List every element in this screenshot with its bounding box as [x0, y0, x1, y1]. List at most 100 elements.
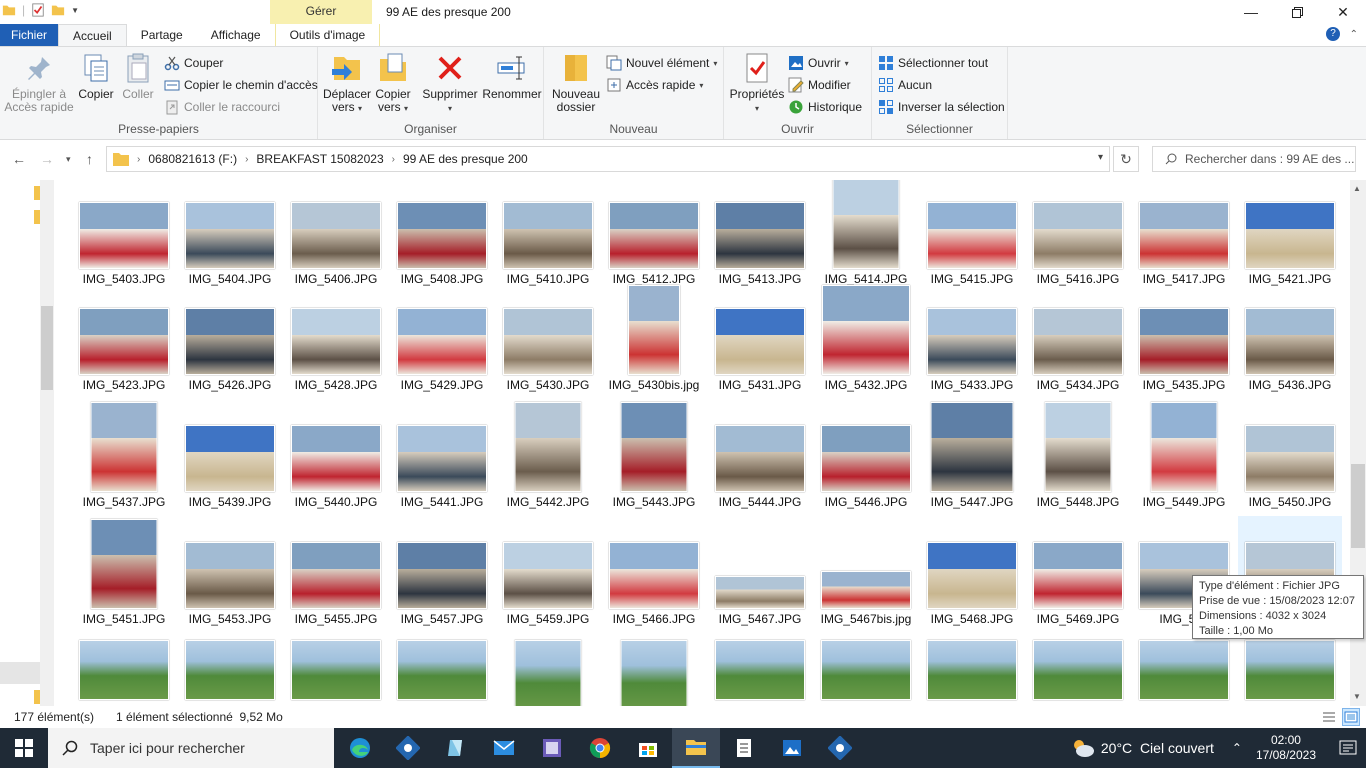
chevron-up-icon[interactable]: ⌃	[1232, 741, 1242, 755]
open-button[interactable]: Ouvrir ▾	[788, 53, 849, 73]
scrollbar-thumb[interactable]	[1351, 464, 1365, 548]
file-explorer-icon[interactable]	[672, 728, 720, 768]
folder-icon[interactable]	[34, 690, 40, 704]
new-folder-button[interactable]: Nouveau dossier	[548, 51, 604, 114]
file-item[interactable]: IMG_5449.JPG	[1132, 399, 1236, 511]
up-arrow-icon[interactable]: ↑	[86, 151, 93, 167]
paste-shortcut-button[interactable]: Coller le raccourci	[164, 97, 280, 117]
tab-accueil[interactable]: Accueil	[58, 24, 127, 46]
nav-scrollbar-thumb[interactable]	[41, 306, 53, 390]
file-item[interactable]: IMG_5436.JPG	[1238, 282, 1342, 394]
nav-selected-item[interactable]	[0, 662, 40, 684]
weather-widget[interactable]: 20°C Ciel couvert	[1071, 737, 1214, 759]
refresh-icon[interactable]: ↻	[1113, 146, 1139, 172]
forward-arrow-icon[interactable]: →	[40, 151, 54, 167]
nav-scrollbar[interactable]	[40, 180, 54, 706]
file-item[interactable]: IMG_5469.JPG	[1026, 516, 1130, 628]
recent-locations-icon[interactable]: ▾	[66, 154, 71, 165]
file-item[interactable]: IMG_5453.JPG	[178, 516, 282, 628]
file-item[interactable]: IMG_5457.JPG	[390, 516, 494, 628]
mail-icon[interactable]	[480, 728, 528, 768]
photos-icon[interactable]	[768, 728, 816, 768]
copy-to-button[interactable]: Copier vers ▾	[372, 51, 414, 115]
file-item[interactable]: IMG_5430.JPG	[496, 282, 600, 394]
back-arrow-icon[interactable]: ←	[12, 151, 26, 167]
file-item[interactable]	[1132, 632, 1236, 706]
breadcrumb-separator-icon[interactable]: ›	[137, 154, 140, 165]
select-none-button[interactable]: Aucun	[878, 75, 932, 95]
file-item[interactable]: IMG_5414.JPG	[814, 180, 918, 288]
store-icon[interactable]	[624, 728, 672, 768]
breadcrumb-separator-icon[interactable]: ›	[392, 154, 395, 165]
minimize-icon[interactable]: —	[1228, 0, 1274, 24]
file-item[interactable]: IMG_5446.JPG	[814, 399, 918, 511]
file-item[interactable]: IMG_5428.JPG	[284, 282, 388, 394]
history-button[interactable]: Historique	[788, 97, 862, 117]
file-item[interactable]: IMG_5408.JPG	[390, 180, 494, 288]
scroll-up-icon[interactable]: ▲	[1353, 184, 1361, 193]
file-item[interactable]: IMG_5432.JPG	[814, 282, 918, 394]
invert-selection-button[interactable]: Inverser la sélection	[878, 97, 1005, 117]
clock[interactable]: 02:00 17/08/2023	[1256, 733, 1316, 763]
file-item[interactable]: IMG_5440.JPG	[284, 399, 388, 511]
file-item[interactable]: IMG_5406.JPG	[284, 180, 388, 288]
file-item[interactable]: IMG_5403.JPG	[72, 180, 176, 288]
file-item[interactable]: IMG_5443.JPG	[602, 399, 706, 511]
photo-viewer-icon[interactable]	[528, 728, 576, 768]
edit-button[interactable]: Modifier	[788, 75, 851, 95]
file-item[interactable]: IMG_5421.JPG	[1238, 180, 1342, 288]
properties-icon[interactable]	[31, 3, 45, 17]
file-item[interactable]	[284, 632, 388, 706]
file-item[interactable]: IMG_5447.JPG	[920, 399, 1024, 511]
file-item[interactable]: IMG_5437.JPG	[72, 399, 176, 511]
file-item[interactable]	[602, 632, 706, 706]
new-folder-icon[interactable]	[51, 3, 65, 17]
breadcrumb-current[interactable]: 99 AE des presque 200	[403, 152, 528, 166]
properties-button[interactable]: Propriétés ▾	[728, 51, 786, 115]
cut-button[interactable]: Couper	[164, 53, 223, 73]
customize-qat-icon[interactable]: ▼	[71, 6, 79, 15]
file-item[interactable]	[72, 632, 176, 706]
help-icon[interactable]: ?	[1326, 27, 1340, 41]
edge-icon[interactable]	[336, 728, 384, 768]
file-item[interactable]: IMG_5433.JPG	[920, 282, 1024, 394]
scroll-down-icon[interactable]: ▼	[1353, 692, 1361, 701]
file-item[interactable]: IMG_5423.JPG	[72, 282, 176, 394]
file-item[interactable]: IMG_5468.JPG	[920, 516, 1024, 628]
breadcrumb-drive[interactable]: 0680821613 (F:)	[148, 152, 237, 166]
details-view-icon[interactable]	[1320, 708, 1338, 726]
file-item[interactable]: IMG_5404.JPG	[178, 180, 282, 288]
file-item[interactable]: IMG_5467.JPG	[708, 516, 812, 628]
tab-partage[interactable]: Partage	[127, 24, 197, 46]
file-item[interactable]: IMG_5450.JPG	[1238, 399, 1342, 511]
file-item[interactable]: IMG_5426.JPG	[178, 282, 282, 394]
file-item[interactable]: IMG_5459.JPG	[496, 516, 600, 628]
file-item[interactable]: IMG_5435.JPG	[1132, 282, 1236, 394]
app-gear-icon[interactable]	[384, 728, 432, 768]
file-item[interactable]	[1238, 632, 1342, 706]
file-item[interactable]: IMG_5410.JPG	[496, 180, 600, 288]
pin-quick-access-button[interactable]: Épingler à Accès rapide	[4, 51, 74, 114]
copy-button[interactable]: Copier	[76, 51, 116, 101]
address-dropdown-icon[interactable]: ▾	[1098, 152, 1103, 163]
tab-fichier[interactable]: Fichier	[0, 24, 59, 46]
file-item[interactable]: IMG_5434.JPG	[1026, 282, 1130, 394]
breadcrumb-breakfast[interactable]: BREAKFAST 15082023	[256, 152, 383, 166]
breadcrumb-separator-icon[interactable]: ›	[245, 154, 248, 165]
file-item[interactable]	[178, 632, 282, 706]
large-icons-view-icon[interactable]	[1342, 708, 1360, 726]
file-item[interactable]	[814, 632, 918, 706]
file-item[interactable]	[920, 632, 1024, 706]
rename-button[interactable]: Renommer	[482, 51, 542, 101]
file-item[interactable]: IMG_5442.JPG	[496, 399, 600, 511]
maximize-icon[interactable]	[1274, 0, 1320, 24]
notification-icon[interactable]	[1330, 740, 1366, 756]
file-item[interactable]: IMG_5429.JPG	[390, 282, 494, 394]
easy-access-button[interactable]: Accès rapide ▾	[606, 75, 703, 95]
move-to-button[interactable]: Déplacer vers ▾	[322, 51, 372, 115]
file-item[interactable]: IMG_5466.JPG	[602, 516, 706, 628]
file-item[interactable]	[1026, 632, 1130, 706]
document-scan-icon[interactable]	[720, 728, 768, 768]
ribbon-collapse-icon[interactable]: ⌃	[1350, 29, 1358, 40]
file-item[interactable]: IMG_5415.JPG	[920, 180, 1024, 288]
